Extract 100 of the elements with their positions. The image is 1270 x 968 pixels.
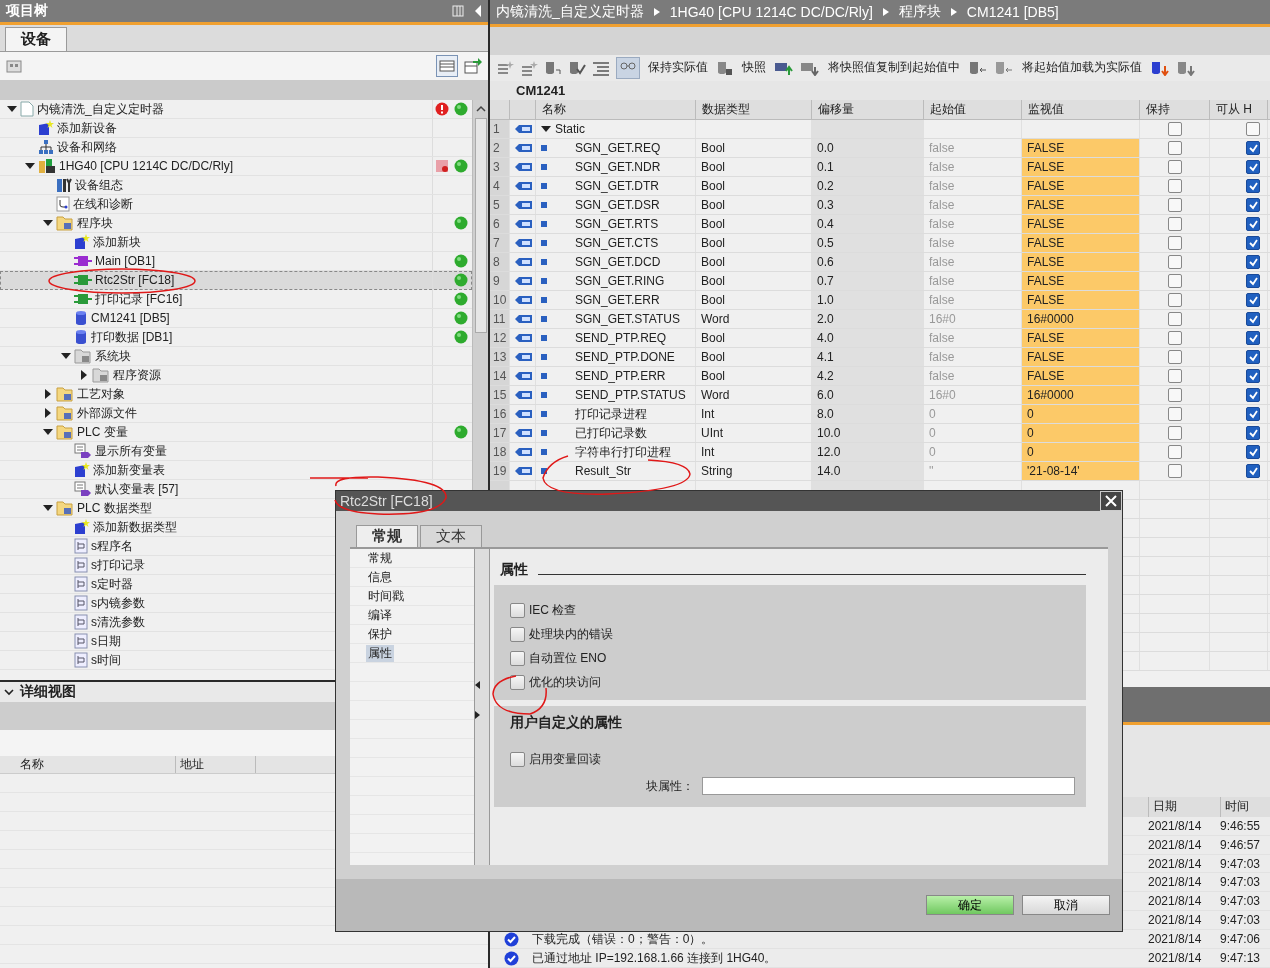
checkbox-option[interactable]: 自动置位 ENO	[510, 649, 1070, 668]
checkbox[interactable]	[1246, 236, 1260, 251]
column-header[interactable]: 保持	[1140, 100, 1210, 120]
breadcrumb-item[interactable]: 内镜清洗_自定义定时器	[496, 2, 644, 21]
expand-arrow-icon[interactable]	[25, 161, 35, 171]
nav-item[interactable]: 属性	[366, 644, 394, 662]
checkbox[interactable]	[1246, 141, 1260, 156]
column-header[interactable]: 名称	[536, 100, 696, 120]
expand-arrow-icon[interactable]	[7, 104, 17, 114]
checkbox[interactable]	[1167, 274, 1182, 289]
checkbox[interactable]	[1167, 141, 1182, 156]
checkbox[interactable]	[1167, 369, 1182, 384]
checkbox[interactable]	[1246, 255, 1260, 270]
tree-item[interactable]: 打印记录 [FC16]	[0, 290, 472, 309]
column-header[interactable]: 偏移量	[812, 100, 924, 120]
database-lock-icon[interactable]	[716, 59, 734, 76]
checkbox[interactable]	[1167, 464, 1182, 479]
tab[interactable]: 设备	[5, 27, 67, 51]
tree-item[interactable]: 添加新设备	[0, 119, 472, 138]
monitor-glasses-icon[interactable]	[616, 56, 640, 79]
checkbox[interactable]	[1167, 198, 1182, 213]
collapsed-arrow-icon[interactable]	[43, 389, 53, 399]
tree-item[interactable]: 外部源文件	[0, 404, 472, 423]
checkbox[interactable]	[1167, 236, 1182, 251]
checkbox[interactable]	[1246, 217, 1260, 232]
cancel-button[interactable]: 取消	[1022, 895, 1110, 915]
checkbox[interactable]	[1246, 426, 1260, 441]
checkbox[interactable]	[1246, 122, 1260, 137]
expand-arrow-icon[interactable]	[43, 427, 53, 437]
column-header[interactable]: 日期	[1148, 796, 1220, 817]
checkbox-option[interactable]: 启用变量回读	[510, 750, 1070, 769]
collapsed-arrow-icon[interactable]	[43, 408, 53, 418]
checkbox-option[interactable]: 处理块内的错误	[510, 625, 1070, 644]
column-header[interactable]: 起始值	[924, 100, 1022, 120]
column-header[interactable]: 可从 H	[1210, 100, 1268, 120]
insert-row-icon[interactable]	[496, 59, 514, 76]
collapsed-arrow-icon[interactable]	[79, 370, 89, 380]
checkbox[interactable]	[1167, 407, 1182, 422]
input-field[interactable]	[702, 777, 1075, 795]
checkbox[interactable]	[1167, 255, 1182, 270]
toolbar-button[interactable]: 快照	[740, 59, 768, 77]
tree-item[interactable]: 在线和诊断	[0, 195, 472, 214]
export-table-icon[interactable]	[464, 57, 482, 75]
column-header[interactable]: 监视值	[1022, 100, 1140, 120]
checkbox[interactable]	[1246, 445, 1260, 460]
tree-item[interactable]: 打印数据 [DB1]	[0, 328, 472, 347]
tab[interactable]: 文本	[420, 525, 482, 547]
checkbox[interactable]	[1167, 160, 1182, 175]
tree-item[interactable]: PLC 变量	[0, 423, 472, 442]
checkbox[interactable]	[1246, 179, 1260, 194]
expand-arrow-icon[interactable]	[61, 351, 71, 361]
panel-layout-icon[interactable]	[452, 5, 464, 17]
breadcrumb-item[interactable]: 程序块	[898, 2, 941, 21]
tree-item[interactable]: 显示所有变量	[0, 442, 472, 461]
expand-arrow-icon[interactable]	[43, 503, 53, 513]
checkbox[interactable]	[1246, 464, 1260, 479]
breadcrumb-item[interactable]: 1HG40 [CPU 1214C DC/DC/Rly]	[669, 3, 873, 20]
column-header[interactable]: 数据类型	[696, 100, 812, 120]
tree-item[interactable]: CM1241 [DB5]	[0, 309, 472, 328]
checkbox[interactable]	[1246, 160, 1260, 175]
database-check-icon[interactable]	[568, 59, 586, 76]
breadcrumb-item[interactable]: CM1241 [DB5]	[966, 3, 1059, 20]
checkbox[interactable]	[1167, 312, 1182, 327]
checkbox[interactable]	[1246, 369, 1260, 384]
checkbox-option[interactable]: IEC 检查	[510, 601, 1070, 620]
database-load-icon[interactable]	[1150, 59, 1170, 76]
expand-arrow-icon[interactable]	[43, 218, 53, 228]
device-view-icon[interactable]	[6, 58, 22, 74]
column-header[interactable]: 名称	[0, 756, 176, 773]
checkbox-option[interactable]: 优化的块访问	[510, 673, 1070, 692]
chevron-icon[interactable]	[4, 687, 14, 697]
checkbox[interactable]	[1246, 293, 1260, 308]
checkbox[interactable]	[1246, 198, 1260, 213]
tree-item[interactable]: 添加新块	[0, 233, 472, 252]
database-copy-icon[interactable]	[968, 59, 988, 76]
checkbox[interactable]	[1167, 445, 1182, 460]
checkbox[interactable]	[1246, 274, 1260, 289]
confirm-button[interactable]: 确定	[926, 895, 1014, 915]
column-header[interactable]: 地址	[176, 756, 256, 773]
tree-item[interactable]: 程序块	[0, 214, 472, 233]
checkbox[interactable]	[1167, 331, 1182, 346]
checkbox[interactable]	[1167, 293, 1182, 308]
checkbox[interactable]	[1167, 179, 1182, 194]
close-button[interactable]	[1100, 491, 1122, 511]
expand-arrow-icon[interactable]	[475, 711, 480, 719]
toolbar-button[interactable]: 保持实际值	[646, 59, 710, 77]
tree-item[interactable]: 添加新变量表	[0, 461, 472, 480]
table-view-icon[interactable]	[436, 55, 458, 77]
checkbox[interactable]	[1246, 388, 1260, 403]
tree-item[interactable]: 1HG40 [CPU 1214C DC/DC/Rly]	[0, 157, 472, 176]
tab[interactable]: 常规	[356, 525, 418, 547]
collapse-arrow-icon[interactable]	[475, 681, 480, 689]
checkbox[interactable]	[1246, 312, 1260, 327]
checkbox[interactable]	[1167, 350, 1182, 365]
tree-item[interactable]: 设备和网络	[0, 138, 472, 157]
checkbox[interactable]	[1167, 426, 1182, 441]
checkbox[interactable]	[1246, 350, 1260, 365]
tree-item[interactable]: 系统块	[0, 347, 472, 366]
toolbar-button[interactable]: 将起始值加载为实际值	[1020, 59, 1144, 77]
list-icon[interactable]	[592, 59, 610, 76]
